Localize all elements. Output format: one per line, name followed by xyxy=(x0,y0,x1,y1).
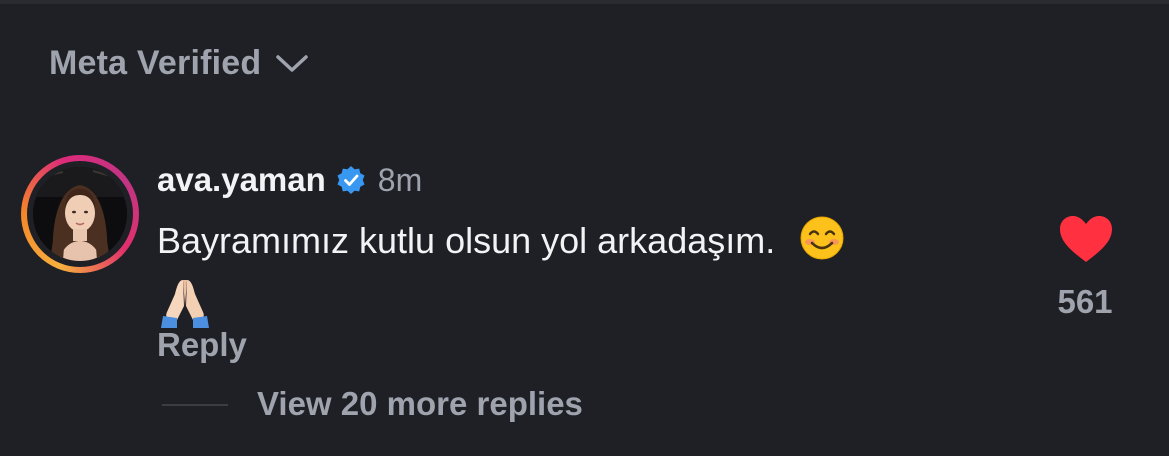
comment-body: Bayramımız kutlu olsun yol arkadaşım. xyxy=(157,214,967,343)
sort-filter-dropdown[interactable]: Meta Verified xyxy=(49,44,309,83)
comment-username[interactable]: ava.yaman xyxy=(157,161,326,199)
comment: ava.yaman 8m Bayramımız kutlu olsun yol … xyxy=(157,160,977,343)
top-divider xyxy=(0,0,1169,4)
avatar-ring-gap xyxy=(27,161,133,267)
comment-header: ava.yaman 8m xyxy=(157,160,977,200)
verified-badge-icon xyxy=(337,166,365,194)
replies-thread-line xyxy=(162,404,228,406)
view-more-replies-button[interactable]: View 20 more replies xyxy=(257,385,583,423)
comment-timestamp: 8m xyxy=(377,161,423,198)
avatar[interactable] xyxy=(21,155,139,273)
profile-photo xyxy=(33,167,127,261)
comment-text: Bayramımız kutlu olsun yol arkadaşım. xyxy=(157,220,776,261)
comments-panel: Meta Verified ava.yaman 8m Bayramımız ku… xyxy=(0,0,1169,456)
heart-icon[interactable] xyxy=(1058,214,1114,264)
chevron-down-icon xyxy=(276,54,309,72)
like-count: 561 xyxy=(1057,283,1113,320)
smiling-face-emoji-icon xyxy=(799,215,845,276)
reply-button[interactable]: Reply xyxy=(157,326,247,364)
sort-filter-label: Meta Verified xyxy=(49,44,262,82)
